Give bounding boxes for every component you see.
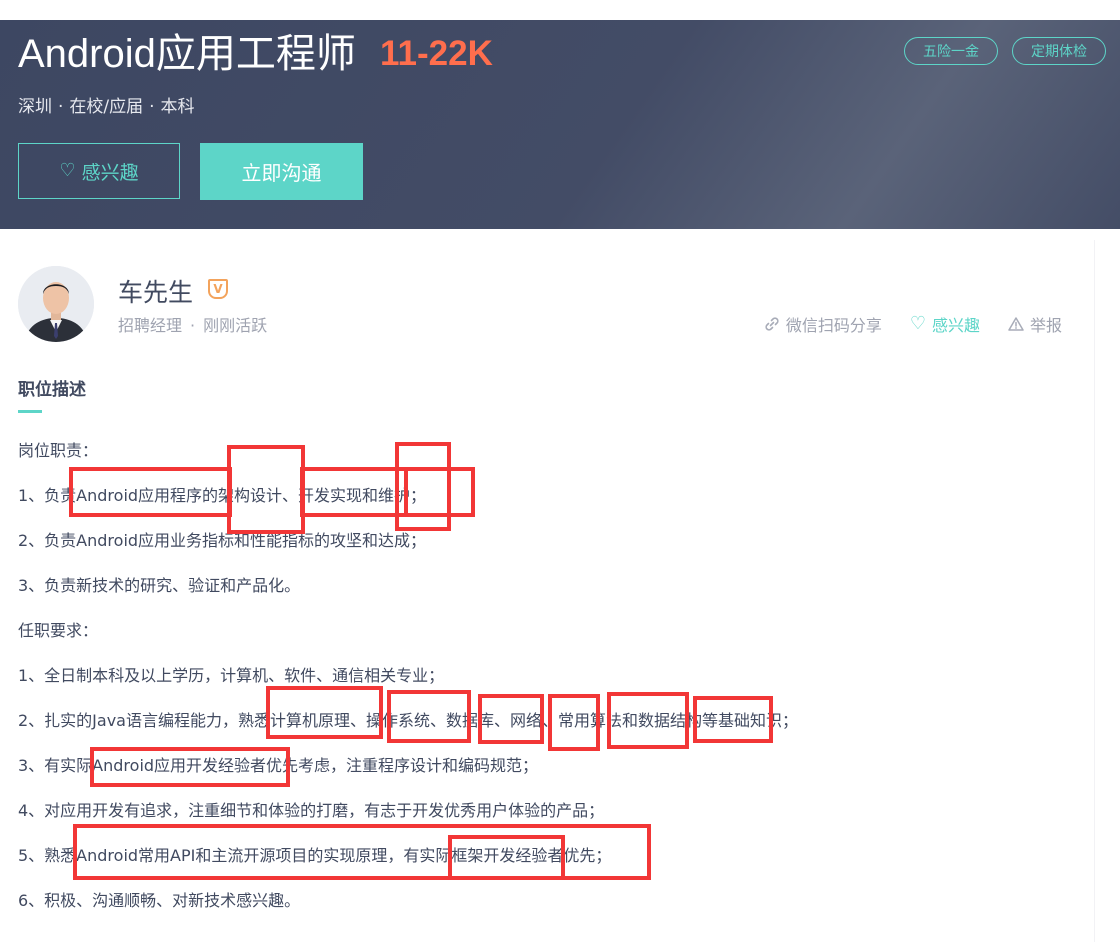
section-title: 职位描述 [18, 380, 86, 400]
job-title: Android应用工程师 [18, 32, 356, 76]
interest-link[interactable]: ♡ 感兴趣 [910, 312, 980, 336]
meta-dot: · [58, 97, 64, 117]
description-line: 4、对应用开发有追求，注重细节和体验的打磨，有志于开发优秀用户体验的产品； [18, 801, 605, 820]
section-underline [18, 410, 42, 413]
report-button[interactable]: 举报 [1008, 312, 1062, 336]
recruiter-status: 刚刚活跃 [203, 316, 268, 335]
interest-link-label: 感兴趣 [931, 316, 980, 335]
description-line: 任职要求： [18, 621, 99, 640]
annotation-box [607, 692, 689, 749]
description-line: 2、负责Android应用业务指标和性能指标的攻坚和达成； [18, 531, 427, 550]
heart-icon: ♡ [909, 313, 926, 334]
job-meta: 深圳 · 在校/应届 · 本科 [18, 92, 195, 117]
link-icon [765, 317, 779, 331]
chat-now-button[interactable]: 立即沟通 [200, 143, 363, 200]
annotation-box [395, 467, 475, 517]
heart-icon: ♡ [59, 160, 76, 181]
job-experience: 在校/应届 [69, 97, 144, 117]
benefit-tag: 五险一金 [904, 37, 998, 65]
share-button[interactable]: 微信扫码分享 [764, 312, 882, 336]
warning-icon [1008, 317, 1024, 331]
annotation-box [69, 467, 232, 517]
job-salary: 11-22K [380, 34, 493, 73]
annotation-box [478, 694, 544, 744]
description-line: 6、积极、沟通顺畅、对新技术感兴趣。 [18, 891, 301, 910]
interest-button[interactable]: ♡ 感兴趣 [18, 143, 180, 199]
interest-button-label: 感兴趣 [81, 161, 139, 184]
benefit-tags: 五险一金 定期体检 [904, 37, 1106, 65]
divider [1094, 240, 1095, 942]
job-actions: 微信扫码分享 ♡ 感兴趣 举报 [764, 312, 1062, 336]
share-label: 微信扫码分享 [785, 316, 882, 335]
annotation-box [693, 696, 773, 743]
annotation-box [266, 686, 383, 739]
annotation-box [90, 747, 290, 787]
job-city: 深圳 [18, 97, 52, 117]
report-label: 举报 [1029, 316, 1062, 335]
meta-dot: · [149, 97, 155, 117]
annotation-box [300, 467, 408, 517]
recruiter-name: 车先生 [118, 278, 194, 307]
benefit-tag: 定期体检 [1012, 37, 1106, 65]
job-header: Android应用工程师 11-22K 深圳 · 在校/应届 · 本科 五险一金 定期体… [0, 20, 1120, 229]
annotation-box [448, 835, 565, 880]
role-sep: · [190, 316, 196, 335]
verified-badge-icon: V [208, 279, 228, 299]
recruiter-role: 招聘经理 · 刚刚活跃 [118, 312, 267, 336]
recruiter-title: 招聘经理 [118, 316, 183, 335]
annotation-box [548, 694, 600, 751]
annotation-box [387, 690, 471, 743]
annotation-box [227, 445, 305, 534]
recruiter-avatar [18, 266, 94, 342]
job-education: 本科 [160, 97, 195, 117]
description-line: 3、负责新技术的研究、验证和产品化。 [18, 576, 301, 595]
description-line: 1、全日制本科及以上学历，计算机、软件、通信相关专业； [18, 666, 445, 685]
description-line: 岗位职责： [18, 441, 99, 460]
